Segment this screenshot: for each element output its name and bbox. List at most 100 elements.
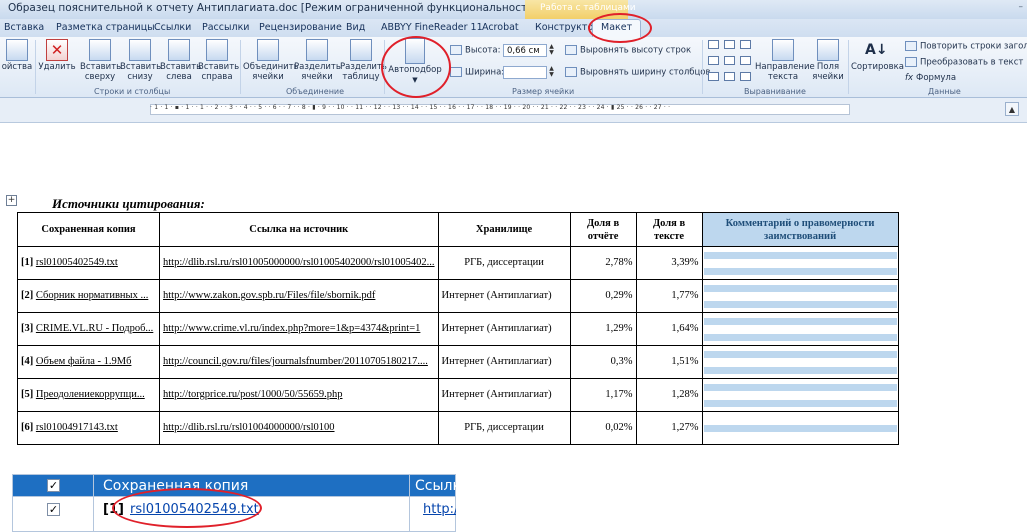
insert-right-button[interactable]: Вставить справа [198,39,239,82]
tab-acrobat[interactable]: Acrobat [482,22,519,33]
repeat-header-button[interactable]: Повторить строки заголов [905,41,1027,52]
header-saved-copy: Сохраненная копия [17,212,160,247]
align-middle-right-button[interactable] [740,56,751,65]
ribbon-tab-row: Вставка Разметка страницы Ссылки Рассылк… [0,19,1027,37]
tab-insert[interactable]: Вставка [4,22,44,33]
width-input[interactable] [503,66,547,79]
tab-review[interactable]: Рецензирование [259,22,342,33]
align-bottom-left-button[interactable] [708,72,719,81]
repeat-header-icon [905,41,917,51]
row-checkbox[interactable]: ✓ [47,503,60,516]
merge-cells-button[interactable]: Объединить ячейки [243,39,299,82]
saved-copy-link[interactable]: CRIME.VL.RU - Подроб... [36,323,153,334]
merge-cells-icon [257,39,279,61]
annotation-circle-layout-tab [588,13,652,43]
sort-az-icon: A↓ [865,42,888,58]
table-move-handle-icon[interactable]: + [6,195,17,206]
document-area: + Источники цитирования: Сохраненная коп… [0,195,1027,445]
align-top-right-button[interactable] [740,40,751,49]
insert-left-button[interactable]: Вставить слева [160,39,202,82]
comment-cell[interactable] [701,411,899,445]
source-link[interactable]: http://www.crime.vl.ru/index.php?more=1&… [163,323,420,334]
split-cells-icon [306,39,328,61]
row-number: [4] [21,356,34,367]
insert-left-icon [168,39,190,61]
distribute-rows-button[interactable]: Выровнять высоту строк [565,45,691,56]
header-source-link: Ссылка на источник [159,212,439,247]
group-label-cell-size: Размер ячейки [512,87,575,96]
properties-button[interactable]: ойства [0,39,34,72]
text-direction-button[interactable]: Направление текста [755,39,815,82]
title-bar: Образец пояснительной к отчету Антиплаги… [0,0,1027,20]
source-link[interactable]: http://torgprice.ru/post/1000/50/55659.p… [163,389,342,400]
share-text-cell: 1,28% [635,378,703,412]
distribute-rows-icon [565,45,577,55]
group-separator [848,40,849,94]
formula-button[interactable]: fx Формула [905,73,956,83]
align-bottom-right-button[interactable] [740,72,751,81]
share-text-cell: 1,77% [635,279,703,313]
comment-cell[interactable] [701,246,899,280]
share-text-cell: 1,64% [635,312,703,346]
sort-button[interactable]: A↓ Сортировка [851,39,904,72]
storage-cell: Интернет (Антиплагиат) [437,345,571,379]
insert-left-label: Вставить слева [160,62,202,82]
align-top-center-button[interactable] [724,40,735,49]
comment-cell[interactable] [701,345,899,379]
delete-label: Удалить [38,62,76,72]
annotation-circle-autofit [381,36,451,98]
storage-cell: РГБ, диссертации [437,411,571,445]
align-middle-left-button[interactable] [708,56,719,65]
distribute-cols-button[interactable]: Выровнять ширину столбцов [565,67,711,78]
insert-above-button[interactable]: Вставить сверху [80,39,121,82]
delete-button[interactable]: ✕ Удалить [38,39,76,72]
width-spinner[interactable]: ▲ ▼ [547,66,556,79]
source-link[interactable]: http://council.gov.ru/files/journalsfnum… [163,356,428,367]
share-report-cell: 0,3% [569,345,637,379]
comment-cell[interactable] [701,378,899,412]
saved-copy-link[interactable]: Объем файла - 1.9Мб [36,356,132,367]
group-label-data: Данные [928,87,961,96]
saved-copy-link[interactable]: Преодолениекоррупци... [36,389,145,400]
saved-copy-link[interactable]: rsl01004917143.txt [36,422,118,433]
distribute-cols-icon [565,67,577,77]
row-height-icon [450,45,462,55]
share-report-cell: 1,29% [569,312,637,346]
ruler-scroll-button[interactable]: ▲ [1005,102,1019,116]
align-bottom-center-button[interactable] [724,72,735,81]
comment-cell[interactable] [701,279,899,313]
properties-label: ойства [1,62,33,72]
split-cells-button[interactable]: Разделить ячейки [294,39,341,82]
share-text-cell: 1,51% [635,345,703,379]
merge-cells-label: Объединить ячейки [243,62,299,82]
split-table-button[interactable]: Разделить таблицу [340,39,387,82]
source-link[interactable]: http://www.zakon.gov.spb.ru/Files/file/s… [163,290,375,301]
saved-copy-link[interactable]: Сборник нормативных ... [36,290,148,301]
saved-copy-link[interactable]: rsl01005402549.txt [36,257,118,268]
col-width-icon [450,67,462,77]
cell-margins-button[interactable]: Поля ячейки [812,39,844,82]
share-report-cell: 1,17% [569,378,637,412]
tab-page-layout[interactable]: Разметка страницы [56,22,155,33]
citation-sources-title: Источники цитирования: [52,196,205,211]
tab-references[interactable]: Ссылки [154,22,191,33]
height-input[interactable]: 0,66 см [503,44,547,57]
tab-view[interactable]: Вид [346,22,365,33]
align-middle-center-button[interactable] [724,56,735,65]
snippet-header-link: Ссылк [415,478,456,494]
alignment-grid [708,40,754,84]
source-link[interactable]: http://dlib.rsl.ru/rsl01004000000/rsl010… [163,422,335,433]
align-top-left-button[interactable] [708,40,719,49]
height-spinner[interactable]: ▲ ▼ [547,44,556,57]
comment-cell[interactable] [701,312,899,346]
select-all-checkbox[interactable]: ✓ [47,479,60,492]
source-link[interactable]: http://dlib.rsl.ru/rsl01005000000/rsl010… [163,257,435,268]
minimize-button[interactable]: – [999,2,1024,16]
insert-below-button[interactable]: Вставить снизу [120,39,161,82]
group-separator [35,40,36,94]
tab-abbyy[interactable]: ABBYY FineReader 11 [381,22,483,33]
ruler-marks: · 1 · 1 · ▪ · 1 · · 1 · · 2 · · 3 · · 4 … [150,104,671,111]
tab-mailings[interactable]: Рассылки [202,22,249,33]
snippet-source-link[interactable]: http:// [423,502,456,517]
convert-to-text-button[interactable]: Преобразовать в текст [905,57,1023,68]
